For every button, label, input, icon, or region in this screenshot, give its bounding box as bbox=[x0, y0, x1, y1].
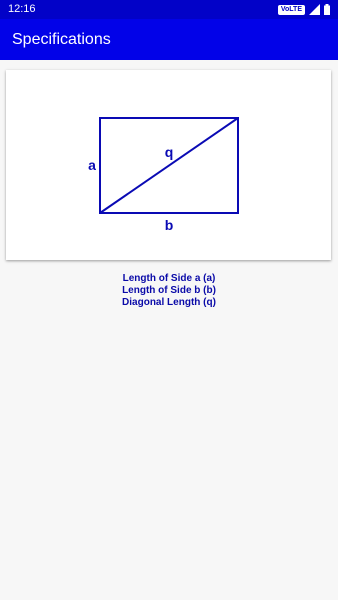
page-title: Specifications bbox=[12, 31, 111, 48]
spec-item-side-a: Length of Side a (a) bbox=[122, 273, 216, 284]
diagonal-line bbox=[99, 117, 239, 214]
spec-item-diagonal: Diagonal Length (q) bbox=[122, 297, 216, 308]
side-b-label: b bbox=[165, 217, 174, 233]
volte-icon: VoLTE bbox=[277, 4, 305, 15]
status-icons: VoLTE bbox=[277, 3, 330, 16]
diagram-card: a q b bbox=[6, 70, 331, 260]
signal-icon bbox=[309, 4, 320, 15]
rectangle-diagram: a q b bbox=[88, 117, 239, 233]
spec-list: Length of Side a (a) Length of Side b (b… bbox=[0, 273, 338, 309]
diagonal-q-label: q bbox=[165, 144, 174, 160]
status-time: 12:16 bbox=[8, 3, 36, 15]
battery-icon bbox=[324, 4, 330, 15]
status-bar: 12:16 VoLTE bbox=[0, 0, 338, 19]
side-a-label: a bbox=[88, 157, 96, 173]
app-bar: Specifications bbox=[0, 19, 338, 60]
spec-item-side-b: Length of Side b (b) bbox=[122, 285, 216, 296]
